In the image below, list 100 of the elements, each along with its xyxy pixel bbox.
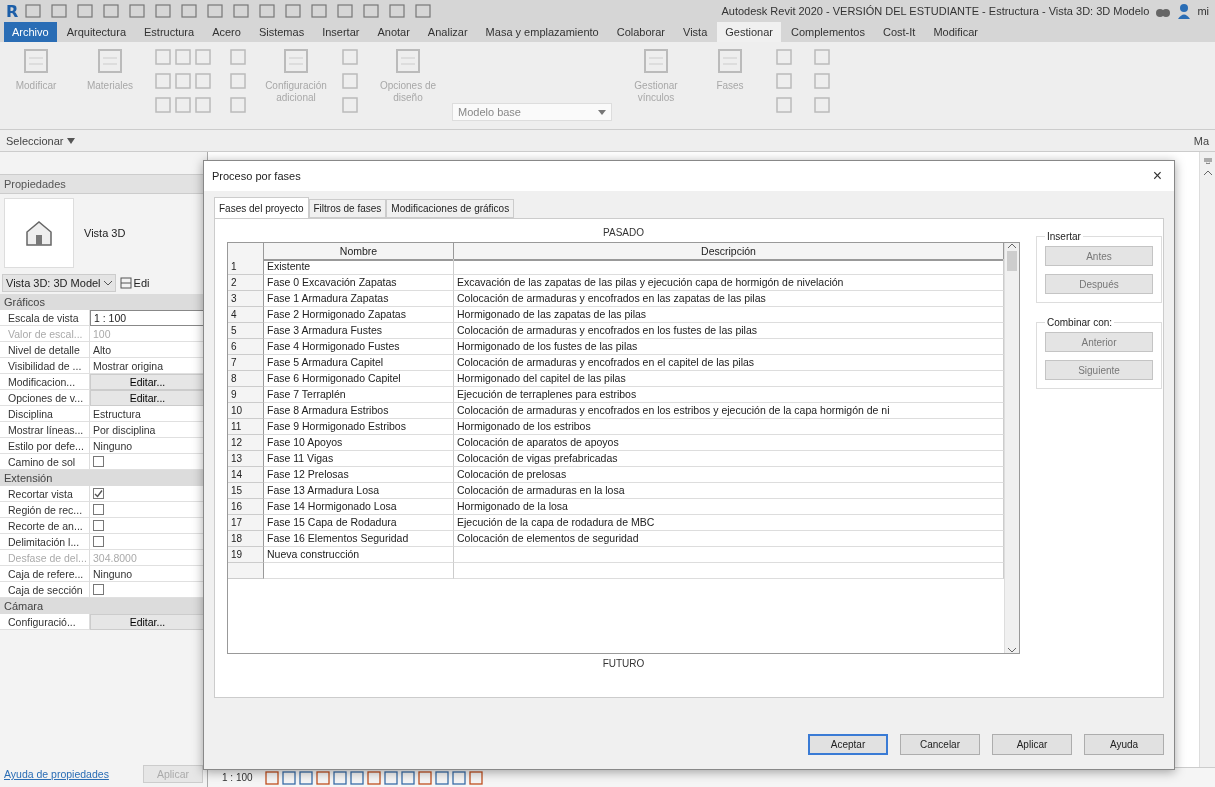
ribbon-tab[interactable]: Masa y emplazamiento (477, 22, 607, 42)
table-scrollbar[interactable] (1004, 243, 1019, 653)
row-number[interactable]: 3 (228, 291, 264, 307)
table-cell[interactable]: Hormigonado de la losa (454, 499, 1004, 515)
checkbox[interactable] (93, 584, 104, 595)
row-number[interactable]: 19 (228, 547, 264, 563)
table-cell[interactable]: Colocación de elementos de seguridad (454, 531, 1004, 547)
table-cell[interactable]: Hormigonado de los estribos (454, 419, 1004, 435)
edit-button[interactable]: Editar... (90, 390, 205, 406)
table-cell[interactable]: Colocación de armaduras y encofrados en los fustes de las pilas (454, 323, 1004, 339)
table-cell[interactable] (454, 563, 1004, 579)
checkbox[interactable] (93, 504, 104, 515)
edit-button[interactable]: Editar... (90, 614, 205, 630)
row-number[interactable]: 4 (228, 307, 264, 323)
row-number[interactable]: 2 (228, 275, 264, 291)
ribbon-tab[interactable]: Modificar (925, 22, 986, 42)
dialog-button[interactable]: Aceptar (808, 734, 888, 755)
dialog-tab[interactable]: Fases del proyecto (214, 197, 309, 218)
ribbon-tab[interactable]: Vista (675, 22, 716, 42)
row-number[interactable]: 6 (228, 339, 264, 355)
chevron-down-icon[interactable] (1008, 647, 1016, 653)
table-cell[interactable]: Colocación de armaduras en la losa (454, 483, 1004, 499)
table-cell[interactable]: Colocación de armaduras y encofrados en el capitel de las pilas (454, 355, 1004, 371)
row-number[interactable]: 1 (228, 259, 264, 275)
dialog-tab[interactable]: Modificaciones de gráficos (386, 199, 515, 218)
chevron-up-icon[interactable] (1008, 243, 1016, 249)
table-cell[interactable]: Hormigonado de los fustes de las pilas (454, 339, 1004, 355)
ribbon-tab[interactable]: Cost-It (875, 22, 924, 42)
edit-type-button[interactable]: Edi (119, 277, 150, 289)
table-cell[interactable]: Fase 8 Armadura Estribos (264, 403, 454, 419)
table-cell[interactable]: Fase 3 Armadura Fustes (264, 323, 454, 339)
edit-button[interactable]: Editar... (90, 374, 205, 390)
scrollbar[interactable] (1199, 152, 1215, 767)
column-header[interactable]: Nombre (264, 243, 454, 261)
help-link[interactable]: Ayuda de propiedades (4, 768, 109, 780)
ribbon-tab[interactable]: Acero (204, 22, 249, 42)
table-cell[interactable]: Colocación de armaduras y encofrados en los estribos y ejecución de la capa hormigón de ni (454, 403, 1004, 419)
table-cell[interactable]: Hormigonado de las zapatas de las pilas (454, 307, 1004, 323)
ribbon-tab[interactable]: Insertar (314, 22, 368, 42)
table-cell[interactable]: Fase 6 Hormigonado Capitel (264, 371, 454, 387)
row-number[interactable] (228, 563, 264, 579)
row-number[interactable]: 12 (228, 435, 264, 451)
table-cell[interactable]: Nueva construcción (264, 547, 454, 563)
table-cell[interactable]: Colocación de prelosas (454, 467, 1004, 483)
ribbon-tab[interactable]: Arquitectura (58, 22, 134, 42)
row-number[interactable]: 9 (228, 387, 264, 403)
table-cell[interactable]: Fase 13 Armadura Losa (264, 483, 454, 499)
ribbon-tab[interactable]: Estructura (136, 22, 203, 42)
table-cell[interactable]: Hormigonado del capitel de las pilas (454, 371, 1004, 387)
checkbox[interactable] (93, 536, 104, 547)
checkbox[interactable] (93, 488, 104, 499)
row-number[interactable]: 15 (228, 483, 264, 499)
row-number[interactable]: 14 (228, 467, 264, 483)
column-header[interactable]: Descripción (454, 243, 1004, 261)
table-cell[interactable]: Ejecución de terraplenes para estribos (454, 387, 1004, 403)
row-number[interactable]: 13 (228, 451, 264, 467)
table-cell[interactable]: Ejecución de la capa de rodadura de MBC (454, 515, 1004, 531)
table-cell[interactable] (454, 547, 1004, 563)
table-cell[interactable]: Fase 5 Armadura Capitel (264, 355, 454, 371)
table-cell[interactable]: Colocación de vigas prefabricadas (454, 451, 1004, 467)
row-number[interactable]: 7 (228, 355, 264, 371)
dialog-button[interactable]: Cancelar (900, 734, 980, 755)
table-cell[interactable]: Fase 15 Capa de Rodadura (264, 515, 454, 531)
row-number[interactable]: 16 (228, 499, 264, 515)
chevron-up-icon[interactable] (1203, 170, 1212, 175)
ribbon-tab[interactable]: Anotar (369, 22, 418, 42)
table-cell[interactable]: Fase 2 Hormigonado Zapatas (264, 307, 454, 323)
table-cell[interactable]: Fase 11 Vigas (264, 451, 454, 467)
dropdown-field[interactable]: Modelo base (452, 103, 612, 121)
table-cell[interactable]: Fase 12 Prelosas (264, 467, 454, 483)
ribbon-tab[interactable]: Archivo (4, 22, 57, 42)
ribbon-tab[interactable]: Analizar (419, 22, 476, 42)
dialog-tab[interactable]: Filtros de fases (308, 199, 387, 218)
table-cell[interactable]: Existente (264, 259, 454, 275)
view-scale[interactable]: 1 : 100 (222, 772, 253, 783)
table-cell[interactable]: Fase 10 Apoyos (264, 435, 454, 451)
ribbon-tab[interactable]: Complementos (783, 22, 873, 42)
table-cell[interactable]: Fase 0 Excavación Zapatas (264, 275, 454, 291)
checkbox[interactable] (93, 456, 104, 467)
table-cell[interactable]: Fase 1 Armadura Zapatas (264, 291, 454, 307)
dialog-button[interactable]: Aplicar (992, 734, 1072, 755)
table-cell[interactable]: Excavación de las zapatas de las pilas y ejecución capa de hormigón de nivelación (454, 275, 1004, 291)
menu-icon[interactable] (1203, 158, 1212, 164)
row-number[interactable]: 18 (228, 531, 264, 547)
table-cell[interactable]: Fase 7 Terraplén (264, 387, 454, 403)
table-cell[interactable] (264, 563, 454, 579)
checkbox[interactable] (93, 520, 104, 531)
table-cell[interactable]: Fase 4 Hormigonado Fustes (264, 339, 454, 355)
table-cell[interactable]: Fase 16 Elementos Seguridad (264, 531, 454, 547)
table-cell[interactable]: Fase 9 Hormigonado Estribos (264, 419, 454, 435)
scroll-thumb[interactable] (1007, 251, 1017, 271)
type-selector[interactable]: Vista 3D: 3D Model (2, 274, 116, 292)
user-name[interactable]: mi (1197, 5, 1209, 17)
row-number[interactable]: 17 (228, 515, 264, 531)
panel-label[interactable]: Seleccionar (6, 134, 76, 147)
table-cell[interactable] (454, 259, 1004, 275)
row-number[interactable]: 5 (228, 323, 264, 339)
ribbon-tab[interactable]: Sistemas (250, 22, 313, 42)
ribbon-tab[interactable]: Colaborar (608, 22, 674, 42)
row-number[interactable]: 11 (228, 419, 264, 435)
